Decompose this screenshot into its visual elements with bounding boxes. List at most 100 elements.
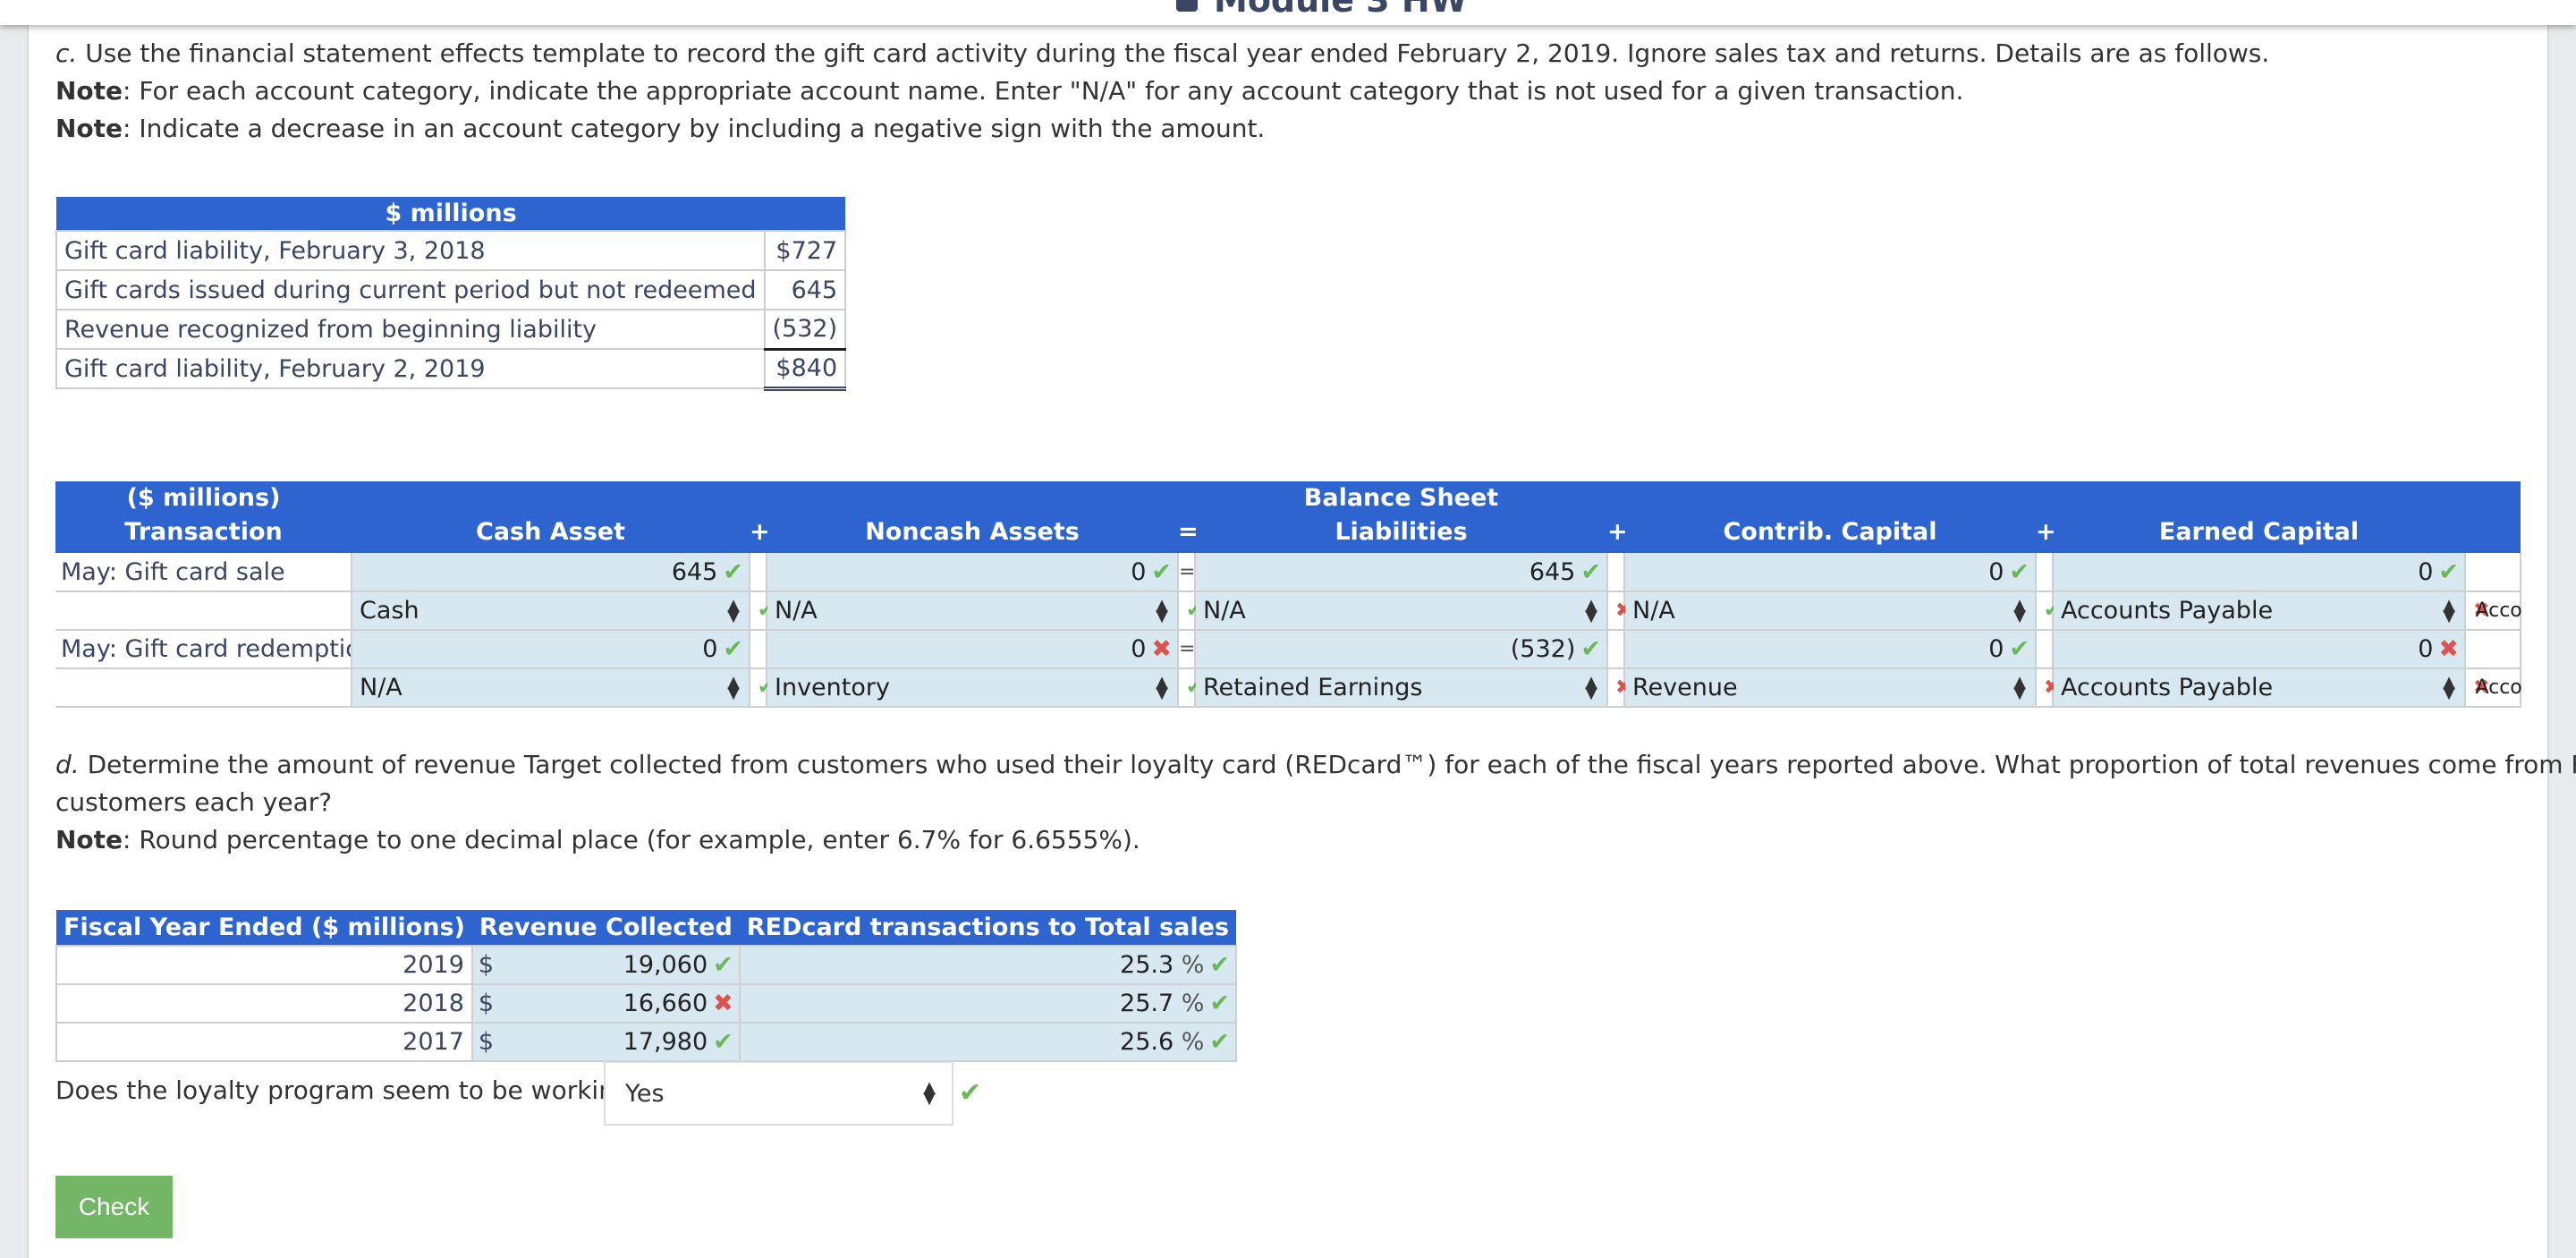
header-earned-capital: Earned Capital <box>2053 481 2465 553</box>
left-gutter <box>0 0 29 1258</box>
select-arrows-icon: ▲ ▼ <box>727 595 740 625</box>
liabilities-account-select[interactable]: Retained Earnings ▲ ▼ <box>1195 668 1607 708</box>
header-liabilities-label: Liabilities <box>1335 518 1468 546</box>
financial-effects-table: ($ millions) Transaction Cash Asset + Non… <box>55 481 2522 708</box>
transaction-account-row: N/A▲▼✔Inventory▲▼✔Retained Earnings▲▼✖Re… <box>55 668 2522 708</box>
select-arrows-icon: ▲ ▼ <box>1585 595 1597 625</box>
part-c-instruction: c. Use the financial statement effects t… <box>55 35 2269 72</box>
row-value: 645 <box>763 269 847 310</box>
select-arrows-icon: ▲ ▼ <box>923 1078 936 1108</box>
overflow-cell <box>2464 630 2521 669</box>
overflow-account-select[interactable]: Acco <box>2475 599 2521 622</box>
header-revenue-collected: Revenue Collected <box>471 910 740 946</box>
table-row: 2018 $16,660 ✖ 25.7 % ✔ <box>55 983 1238 1024</box>
noncash-amount-input[interactable]: 0 ✖ <box>767 630 1178 669</box>
currency-symbol: $ <box>478 1028 495 1056</box>
liabilities-amount-input[interactable]: 645 ✔ <box>1195 553 1607 592</box>
loyalty-answer-select[interactable]: Yes ▲ ▼ <box>604 1061 953 1126</box>
table-row: Gift card liability, February 3, 2018 $72… <box>55 230 847 271</box>
select-arrows-icon: ▲ ▼ <box>2443 595 2455 625</box>
part-c-text: Use the financial statement effects temp… <box>77 38 2270 68</box>
fiscal-year: 2017 <box>55 1022 473 1062</box>
header-equals: = <box>1178 481 1199 553</box>
noncash-account-select[interactable]: N/A ▲ ▼ <box>767 591 1178 631</box>
correct-check-icon: ✔ <box>713 951 733 979</box>
header-liabilities: Balance Sheet Liabilities <box>1195 481 1607 553</box>
account-status-cell: ✖Acco <box>2464 668 2522 708</box>
noncash-amount-input[interactable]: 0 ✔ <box>767 553 1178 592</box>
earned-account-select[interactable]: Accounts Payable ▲ ▼ <box>2053 591 2465 631</box>
operator-cell <box>1606 630 1625 669</box>
correct-check-icon: ✔ <box>1209 990 1231 1017</box>
earned-amount-input[interactable]: 0 ✔ <box>2053 553 2465 592</box>
row-value: (532) <box>763 309 847 351</box>
contrib-account-select[interactable]: N/A ▲ ▼ <box>1624 591 2036 631</box>
operator-cell <box>2035 553 2054 592</box>
contrib-amount-input[interactable]: 0 ✔ <box>1624 630 2036 669</box>
fiscal-year: 2018 <box>55 983 473 1024</box>
cash-amount-input[interactable]: 645 ✔ <box>352 553 750 592</box>
header-balance-sheet: Balance Sheet <box>1303 484 1499 512</box>
cash-account-select[interactable]: N/A ▲ ▼ <box>352 668 750 708</box>
operator-cell <box>2035 630 2054 669</box>
account-status-cell: ✖ <box>1606 668 1631 708</box>
note-label: Note <box>55 114 123 143</box>
selected-value: Yes <box>625 1079 665 1108</box>
overflow-account-select[interactable]: Acco <box>2475 676 2521 699</box>
header-transaction-label: Transaction <box>124 518 283 546</box>
account-status-cell: ✔ <box>1177 668 1202 708</box>
redcard-pct-input[interactable]: 25.3 % ✔ <box>738 945 1238 985</box>
liabilities-amount-input[interactable]: (532) ✔ <box>1195 630 1607 669</box>
select-arrows-icon: ▲ ▼ <box>2013 595 2026 625</box>
correct-check-icon: ✔ <box>713 1028 733 1056</box>
operator-cell: = <box>1177 553 1196 592</box>
part-d-label: d. <box>55 750 80 779</box>
account-status-cell: ✖ <box>1606 591 1631 631</box>
row-value: $840 <box>763 348 847 391</box>
row-label: Gift cards issued during current period … <box>55 269 766 310</box>
incorrect-x-icon: ✖ <box>713 990 733 1017</box>
percent-symbol: % <box>1181 1028 1205 1056</box>
transaction-label: May: Gift card sale <box>55 553 352 592</box>
correct-check-icon: ✔ <box>2438 557 2459 586</box>
redcard-pct-input[interactable]: 25.6 % ✔ <box>738 1022 1238 1062</box>
loyalty-question-label: Does the loyalty program seem to be work… <box>55 1075 644 1105</box>
module-title[interactable]: Module 3 HW <box>1176 0 1468 20</box>
row-value: $727 <box>763 230 847 271</box>
note-text: : Round percentage to one decimal place … <box>123 825 1140 854</box>
note-text: : Indicate a decrease in an account cate… <box>123 114 1266 143</box>
overflow-cell <box>2464 553 2521 592</box>
incorrect-x-icon: ✖ <box>2438 635 2459 663</box>
noncash-account-select[interactable]: Inventory ▲ ▼ <box>767 668 1178 708</box>
note-label: Note <box>55 825 123 854</box>
redcard-pct-input[interactable]: 25.7 % ✔ <box>738 983 1238 1024</box>
gift-card-summary-table: $ millions Gift card liability, February… <box>55 197 847 391</box>
liabilities-account-select[interactable]: N/A ▲ ▼ <box>1195 591 1607 631</box>
contrib-amount-input[interactable]: 0 ✔ <box>1624 553 2036 592</box>
table-row: Gift card liability, February 2, 2019 $84… <box>55 348 847 391</box>
check-button[interactable]: Check <box>55 1176 173 1238</box>
account-status-cell: ✔ <box>1177 591 1202 631</box>
header-overflow <box>2465 481 2521 553</box>
revenue-collected-input[interactable]: $16,660 ✖ <box>470 983 741 1024</box>
select-arrows-icon: ▲ ▼ <box>2443 672 2455 702</box>
select-arrows-icon: ▲ ▼ <box>727 672 740 702</box>
cash-amount-input[interactable]: 0 ✔ <box>352 630 750 669</box>
note-label: Note <box>55 76 123 106</box>
select-arrows-icon: ▲ ▼ <box>1585 672 1597 702</box>
header-plus: + <box>750 481 770 553</box>
part-d-instruction: d. Determine the amount of revenue Targe… <box>55 746 2576 784</box>
select-arrows-icon: ▲ ▼ <box>2013 672 2026 702</box>
revenue-collected-input[interactable]: $19,060 ✔ <box>470 945 741 985</box>
part-c-label: c. <box>55 38 78 68</box>
transaction-label-empty <box>55 591 352 631</box>
table-row: Gift cards issued during current period … <box>55 269 847 310</box>
revenue-collected-input[interactable]: $17,980 ✔ <box>470 1022 741 1062</box>
redcard-table: Fiscal Year Ended ($ millions) Revenue C… <box>55 910 1238 1062</box>
cash-account-select[interactable]: Cash ▲ ▼ <box>352 591 750 631</box>
header-fiscal-year: Fiscal Year Ended ($ millions) <box>56 910 472 946</box>
earned-amount-input[interactable]: 0 ✖ <box>2053 630 2465 669</box>
earned-account-select[interactable]: Accounts Payable ▲ ▼ <box>2053 668 2465 708</box>
contrib-account-select[interactable]: Revenue ▲ ▼ <box>1624 668 2036 708</box>
module-header: Module 3 HW <box>0 0 2576 25</box>
